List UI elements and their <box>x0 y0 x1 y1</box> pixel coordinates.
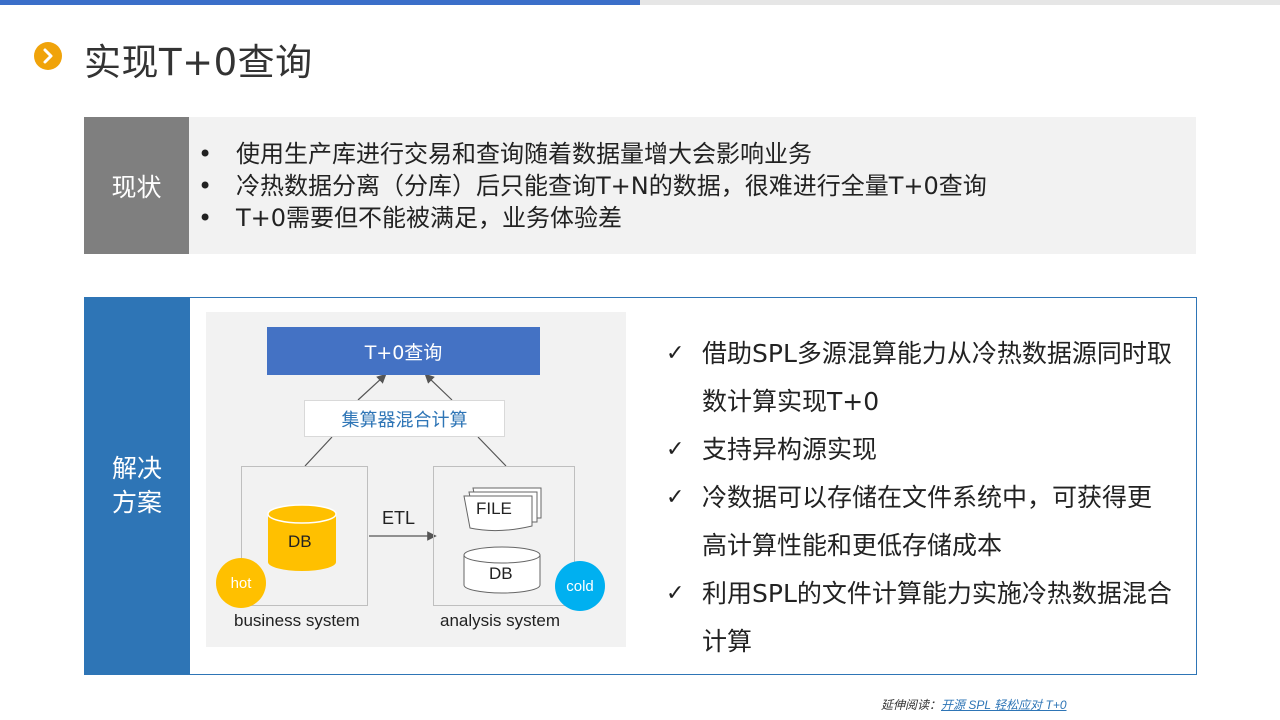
check-icon: ✓ <box>666 437 685 462</box>
further-reading-prefix: 延伸阅读： <box>881 698 942 712</box>
analysis-system-caption: analysis system <box>440 611 560 630</box>
t0-query-box: T+0查询 <box>267 327 540 375</box>
chevron-right-icon <box>34 42 62 70</box>
list-item: ✓ 借助SPL多源混算能力从冷热数据源同时取数计算实现T+0 <box>666 330 1176 426</box>
status-list: • 使用生产库进行交易和查询随着数据量增大会影响业务 • 冷热数据分离（分库）后只能… <box>198 138 987 234</box>
list-item: • 使用生产库进行交易和查询随着数据量增大会影响业务 <box>198 138 987 170</box>
list-item: • 冷热数据分离（分库）后只能查询T+N的数据，很难进行全量T+0查询 <box>198 170 987 202</box>
business-system-caption: business system <box>234 611 360 630</box>
file-label: FILE <box>476 499 512 518</box>
hot-db-label: DB <box>288 532 312 551</box>
solution-list: ✓ 借助SPL多源混算能力从冷热数据源同时取数计算实现T+0 ✓ 支持异构源实现 ✓… <box>666 330 1176 666</box>
cold-db-label: DB <box>489 564 513 583</box>
mixed-compute-box: 集算器混合计算 <box>304 400 505 437</box>
analysis-system-box <box>433 466 575 606</box>
list-item: ✓ 冷数据可以存储在文件系统中，可获得更高计算性能和更低存储成本 <box>666 474 1176 570</box>
status-label: 现状 <box>84 117 189 254</box>
top-gray-bar <box>640 0 1280 5</box>
solution-item-text: 冷数据可以存储在文件系统中，可获得更高计算性能和更低存储成本 <box>702 483 1153 560</box>
solution-label: 解决方案 <box>84 297 190 675</box>
solution-label-text: 解决方案 <box>111 454 162 517</box>
further-reading-link[interactable]: 开源 SPL 轻松应对 T+0 <box>941 698 1066 712</box>
status-item-text: 使用生产库进行交易和查询随着数据量增大会影响业务 <box>236 140 812 168</box>
check-icon: ✓ <box>666 485 685 510</box>
list-item: • T+0需要但不能被满足，业务体验差 <box>198 202 987 234</box>
bullet: • <box>198 172 213 200</box>
solution-item-text: 借助SPL多源混算能力从冷热数据源同时取数计算实现T+0 <box>702 339 1172 416</box>
top-accent-bar <box>0 0 640 5</box>
etl-label: ETL <box>382 508 416 528</box>
solution-item-text: 支持异构源实现 <box>702 435 878 464</box>
check-icon: ✓ <box>666 341 685 366</box>
status-item-text: 冷热数据分离（分库）后只能查询T+N的数据，很难进行全量T+0查询 <box>236 172 987 200</box>
list-item: ✓ 利用SPL的文件计算能力实施冷热数据混合计算 <box>666 570 1176 666</box>
further-reading: 延伸阅读：开源 SPL 轻松应对 T+0 <box>881 696 1067 713</box>
solution-item-text: 利用SPL的文件计算能力实施冷热数据混合计算 <box>702 579 1172 656</box>
status-item-text: T+0需要但不能被满足，业务体验差 <box>236 204 623 232</box>
list-item: ✓ 支持异构源实现 <box>666 426 1176 474</box>
check-icon: ✓ <box>666 581 685 606</box>
cold-badge: cold <box>555 561 605 611</box>
bullet: • <box>198 140 213 168</box>
hot-badge: hot <box>216 558 266 608</box>
bullet: • <box>198 204 213 232</box>
page-title: 实现T+0查询 <box>84 41 313 84</box>
